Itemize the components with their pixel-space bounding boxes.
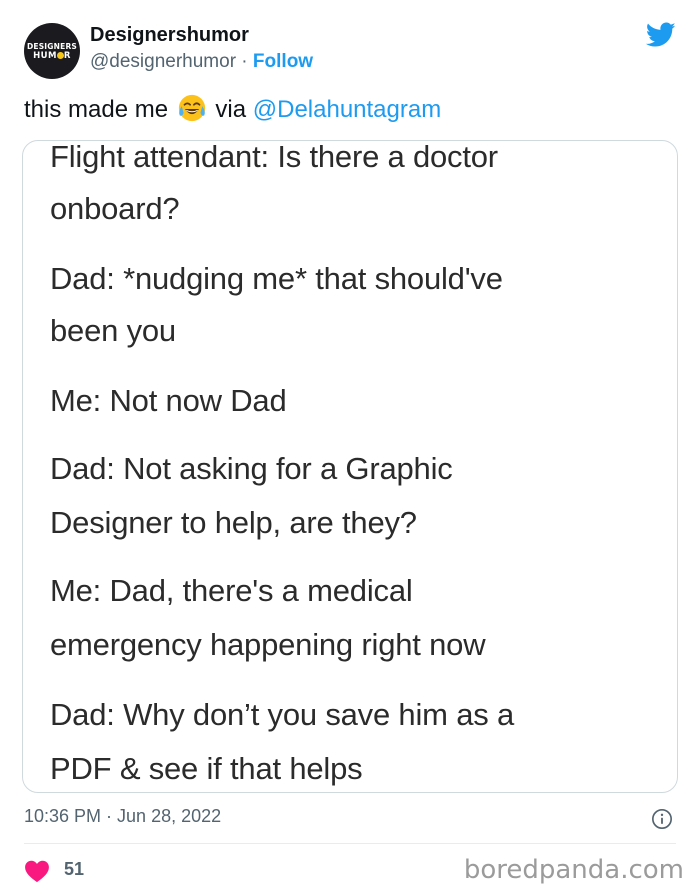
- card-line: onboard?: [50, 191, 180, 226]
- author-name[interactable]: Designershumor: [90, 24, 249, 47]
- tweet-header: DESIGNERS HUM R Designershumor @designerh…: [24, 20, 676, 80]
- avatar-text-bottom: HUM R: [33, 51, 71, 61]
- card-line: Flight attendant: Is there a doctor: [50, 140, 498, 174]
- avatar-text-top: DESIGNERS: [26, 42, 78, 51]
- tweet-text-start: this made me: [24, 96, 175, 123]
- heart-icon[interactable]: [24, 859, 50, 883]
- card-line: emergency happening right now: [50, 627, 486, 662]
- avatar-o-dot: [56, 52, 64, 59]
- handle-separator: ·: [236, 51, 253, 72]
- divider: [24, 843, 676, 844]
- watermark: boredpanda.com: [463, 855, 684, 885]
- like-count[interactable]: 51: [64, 859, 84, 880]
- card-line: Dad: Why don’t you save him as a: [50, 697, 514, 732]
- face-with-tears-of-joy-icon: [178, 94, 205, 122]
- tweet-text-via: via: [208, 96, 253, 123]
- info-icon[interactable]: [651, 808, 673, 830]
- author-handle[interactable]: @designerhumor: [90, 51, 236, 72]
- tweet-date: Jun 28, 2022: [117, 806, 222, 826]
- card-line: Dad: *nudging me* that should've: [50, 261, 503, 296]
- card-line: PDF & see if that helps: [50, 751, 363, 786]
- card-line: Designer to help, are they?: [50, 505, 417, 540]
- card-line: Me: Dad, there's a medical: [50, 573, 413, 608]
- time-separator: ·: [101, 806, 118, 826]
- card-line: Me: Not now Dad: [50, 383, 287, 418]
- tweet-text: this made me via @Delahuntagram: [24, 93, 441, 124]
- twitter-bird-icon[interactable]: [646, 22, 676, 48]
- avatar[interactable]: DESIGNERS HUM R: [24, 23, 80, 79]
- mention-link[interactable]: @Delahuntagram: [253, 96, 441, 123]
- card-line: Dad: Not asking for a Graphic: [50, 451, 453, 486]
- author-handle-row: @designerhumor · Follow: [90, 51, 313, 73]
- follow-button[interactable]: Follow: [253, 51, 313, 72]
- timestamp[interactable]: 10:36 PM · Jun 28, 2022: [24, 806, 221, 827]
- card-line: been you: [50, 313, 176, 348]
- image-card[interactable]: Flight attendant: Is there a doctor onbo…: [22, 140, 678, 793]
- tweet-time: 10:36 PM: [24, 806, 102, 826]
